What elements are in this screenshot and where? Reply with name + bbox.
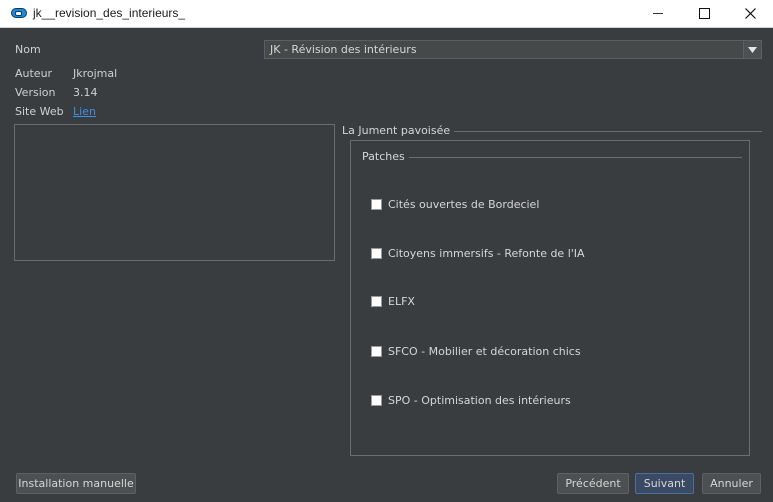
- dropdown-arrow-icon[interactable]: [743, 41, 761, 58]
- minimize-icon: [653, 13, 663, 14]
- patch-label: Cités ouvertes de Bordeciel: [388, 197, 540, 211]
- checkbox[interactable]: [371, 394, 382, 406]
- patches-title-line: [404, 157, 742, 158]
- title-bar: jk__revision_des_interieurs_: [0, 0, 773, 28]
- installer-window: jk__revision_des_interieurs_ Nom Auteur …: [0, 0, 773, 502]
- patch-label: Citoyens immersifs - Refonte de l'IA: [388, 246, 585, 260]
- option-image-panel: [14, 124, 335, 261]
- patch-option-cites-ouvertes[interactable]: Cités ouvertes de Bordeciel: [371, 197, 539, 211]
- maximize-icon: [698, 8, 710, 19]
- window-title: jk__revision_des_interieurs_: [33, 6, 186, 20]
- patch-option-elfx[interactable]: ELFX: [371, 294, 415, 308]
- close-button[interactable]: [727, 0, 773, 27]
- author-value: Jkrojmal: [73, 67, 118, 80]
- checkbox[interactable]: [371, 345, 382, 357]
- manual-install-button[interactable]: Installation manuelle: [16, 473, 136, 494]
- patch-option-citoyens-immersifs[interactable]: Citoyens immersifs - Refonte de l'IA: [371, 246, 585, 260]
- checkbox[interactable]: [371, 247, 382, 259]
- patch-label: SFCO - Mobilier et décoration chics: [388, 344, 581, 358]
- option-select[interactable]: JK - Révision des intérieurs: [264, 40, 762, 59]
- patches-title: Patches: [362, 150, 409, 163]
- version-value: 3.14: [73, 86, 98, 99]
- patch-label: ELFX: [388, 294, 415, 308]
- minimize-button[interactable]: [635, 0, 681, 27]
- option-select-value: JK - Révision des intérieurs: [270, 43, 417, 56]
- checkbox[interactable]: [371, 295, 382, 307]
- previous-button[interactable]: Précédent: [557, 473, 629, 494]
- maximize-button[interactable]: [681, 0, 727, 27]
- checkbox[interactable]: [371, 198, 382, 210]
- version-label: Version: [15, 86, 56, 99]
- cancel-button[interactable]: Annuler: [702, 473, 761, 494]
- website-label: Site Web: [15, 105, 64, 118]
- patch-option-sfco[interactable]: SFCO - Mobilier et décoration chics: [371, 344, 581, 358]
- patch-option-spo[interactable]: SPO - Optimisation des intérieurs: [371, 393, 571, 407]
- group-title: La Jument pavoisée: [342, 124, 455, 137]
- next-button[interactable]: Suivant: [635, 473, 694, 494]
- name-label: Nom: [15, 43, 41, 56]
- close-icon: [744, 8, 756, 19]
- patch-label: SPO - Optimisation des intérieurs: [388, 393, 571, 407]
- author-label: Auteur: [15, 67, 53, 80]
- app-icon: [11, 8, 27, 18]
- website-link[interactable]: Lien: [73, 105, 96, 118]
